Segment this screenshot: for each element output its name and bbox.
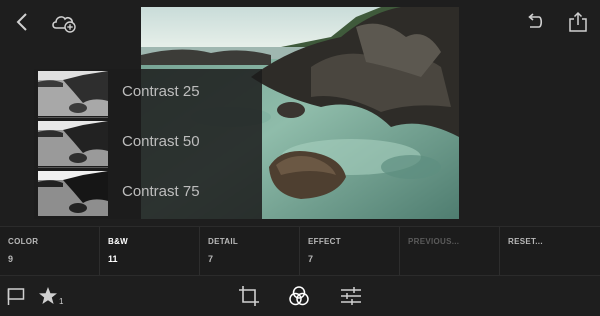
category-count: 7 [208,254,214,264]
share-button[interactable] [564,8,592,36]
preset-list-panel: Contrast 25 Contrast 50 Contrast 75 [34,69,262,219]
crop-icon [239,286,259,306]
flag-icon [7,288,25,305]
preset-label: Contrast 75 [122,183,200,200]
preset-item-contrast-50[interactable]: Contrast 50 [34,119,262,167]
undo-icon [528,13,543,28]
preset-item-contrast-25[interactable]: Contrast 25 [34,69,262,117]
preset-thumbnail [38,121,108,166]
category-count: 11 [108,254,118,264]
preset-thumbnail [38,171,108,216]
category-count: 7 [308,254,314,264]
adjust-button[interactable] [340,284,362,308]
category-label: PREVIOUS... [408,237,460,246]
share-icon [569,11,587,32]
preset-divider [38,167,108,168]
category-label: RESET... [508,237,543,246]
star-icon [39,287,57,304]
category-label: B&W [108,237,129,246]
category-detail[interactable]: DETAIL 7 [200,227,300,275]
undo-button[interactable] [520,8,548,36]
category-previous[interactable]: PREVIOUS... [400,227,500,275]
flag-button[interactable] [6,284,26,308]
preset-label: Contrast 50 [122,133,200,150]
chevron-left-icon [16,13,27,31]
cloud-add-icon [52,16,76,33]
presets-circles-icon [289,286,309,306]
category-label: COLOR [8,237,39,246]
preset-category-bar: COLOR 9 B&W 11 DETAIL 7 EFFECT 7 PREVIOU… [0,226,600,276]
cloud-sync-button[interactable] [50,8,78,36]
category-count: 9 [8,254,14,264]
category-label: EFFECT [308,237,341,246]
rating-button[interactable]: 1 [38,284,63,308]
category-effect[interactable]: EFFECT 7 [300,227,400,275]
preset-item-contrast-75[interactable]: Contrast 75 [34,169,262,217]
category-color[interactable]: COLOR 9 [0,227,100,275]
sliders-icon [341,287,361,305]
star-count: 1 [59,296,64,306]
category-bw[interactable]: B&W 11 [100,227,200,275]
bottom-toolbar: 1 [0,276,600,316]
back-button[interactable] [8,8,36,36]
category-reset[interactable]: RESET... [500,227,600,275]
preset-divider [38,117,108,118]
preset-label: Contrast 25 [122,83,200,100]
preset-thumbnail [38,71,108,116]
category-label: DETAIL [208,237,239,246]
presets-button[interactable] [288,284,310,308]
crop-button[interactable] [238,284,260,308]
